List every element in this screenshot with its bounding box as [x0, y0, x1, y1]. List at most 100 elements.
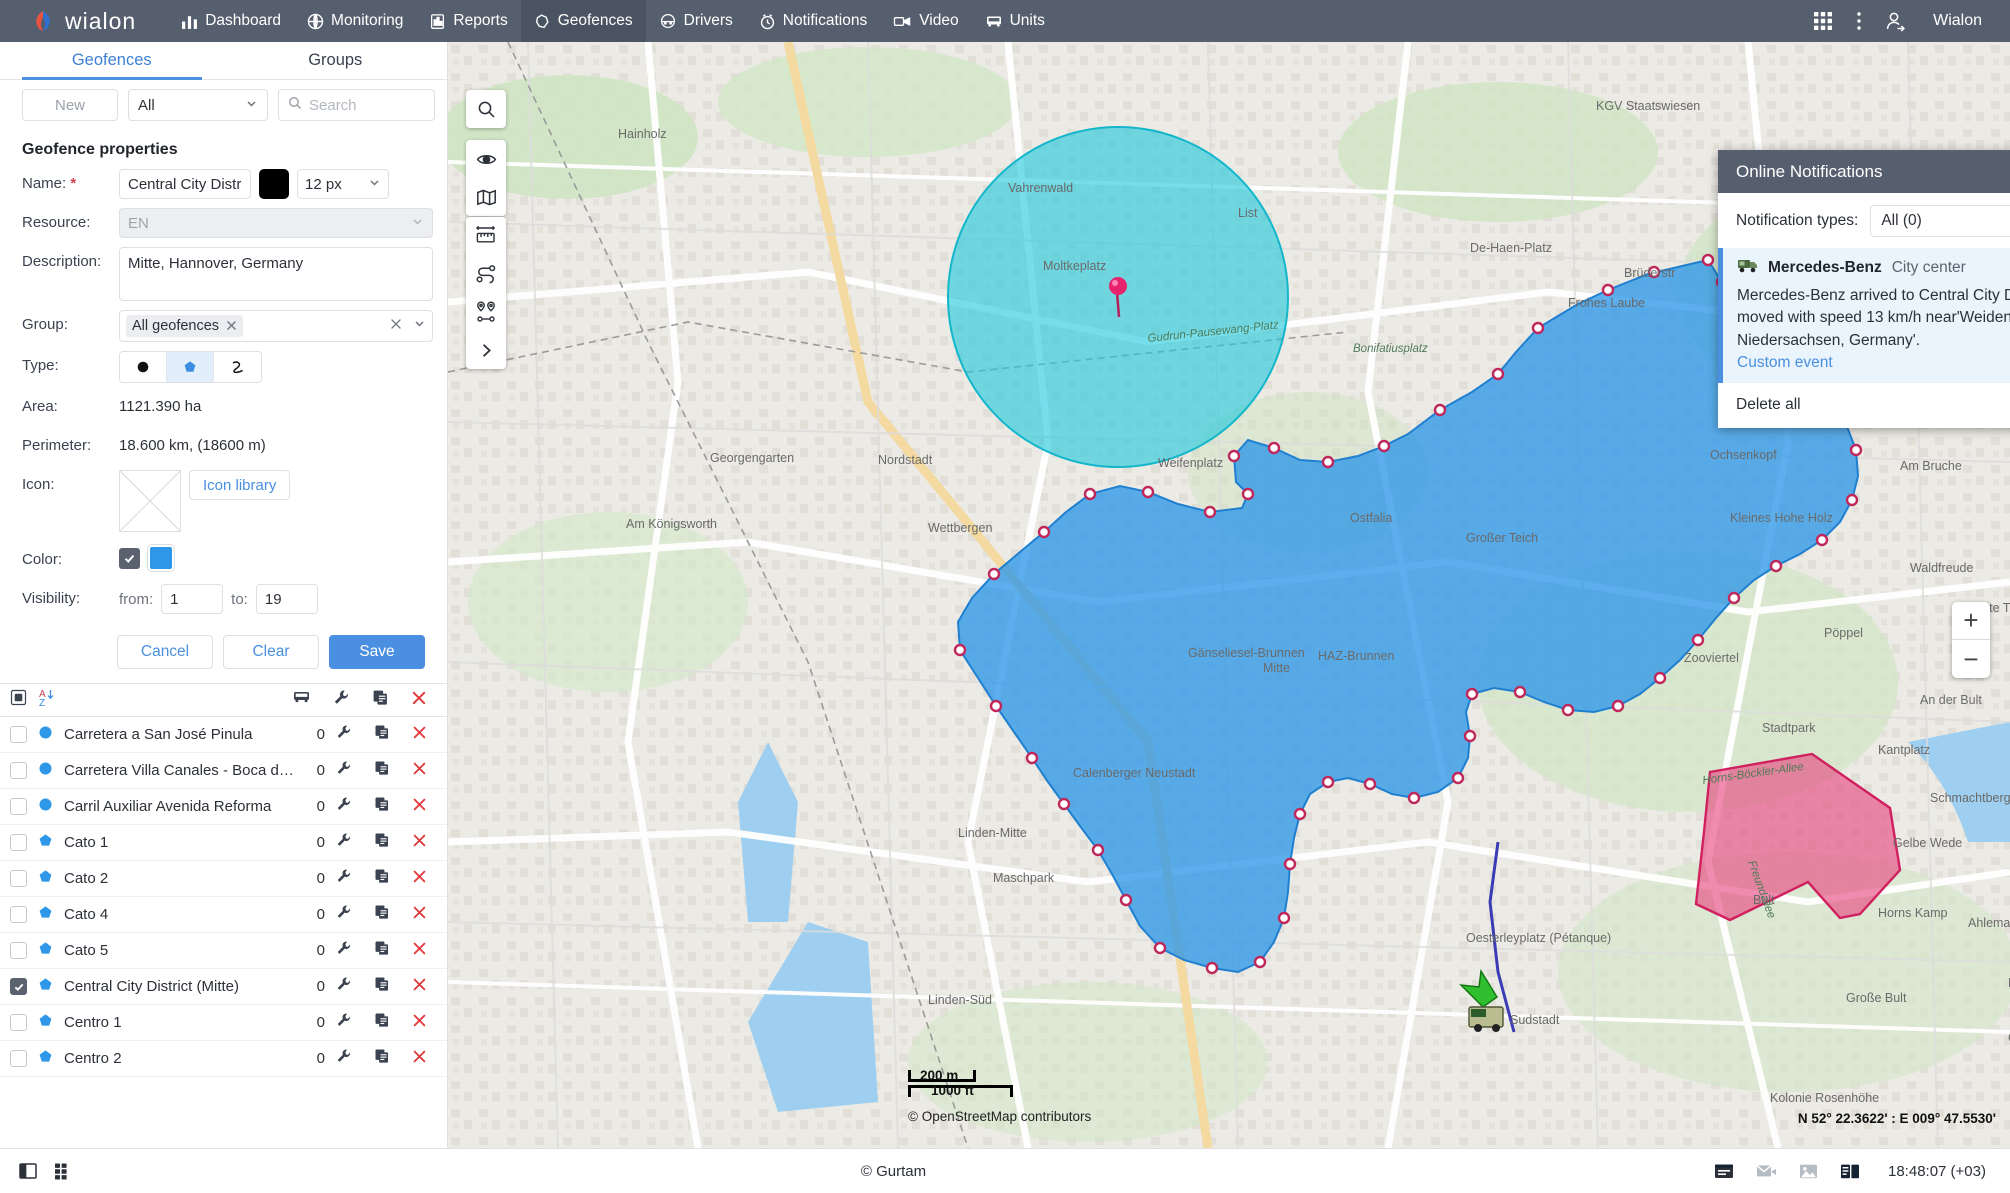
- geofence-list-item[interactable]: Cato 1 0: [0, 825, 447, 861]
- geofence-checkbox[interactable]: [10, 978, 27, 995]
- grid-apps-icon[interactable]: [1812, 10, 1834, 32]
- ruler-distance-icon[interactable]: [466, 217, 506, 255]
- copy-icon[interactable]: [372, 689, 389, 711]
- resource-select[interactable]: EN: [119, 208, 433, 238]
- text-size-select[interactable]: 12 px: [297, 169, 389, 199]
- cancel-button[interactable]: Cancel: [117, 635, 213, 669]
- search-input[interactable]: [309, 96, 425, 114]
- circle-type-icon[interactable]: [120, 352, 167, 382]
- two-points-icon[interactable]: [466, 293, 506, 331]
- geofence-list-item[interactable]: Carril Auxiliar Avenida Reforma 0: [0, 789, 447, 825]
- wrench-icon[interactable]: [333, 689, 350, 711]
- geofence-name-input[interactable]: [119, 169, 251, 199]
- visibility-from-input[interactable]: [161, 584, 224, 614]
- name-text-color-swatch[interactable]: [259, 169, 289, 199]
- geofence-list-item[interactable]: Central City District (Mitte) 0: [0, 969, 447, 1005]
- wrench-icon[interactable]: [336, 904, 352, 925]
- copy-icon[interactable]: [374, 796, 390, 817]
- delete-all-button[interactable]: Delete all: [1736, 396, 1801, 414]
- geofence-checkbox[interactable]: [10, 942, 27, 959]
- sort-az-icon[interactable]: AZ: [39, 688, 59, 712]
- delete-x-icon[interactable]: [412, 797, 427, 817]
- remove-group-chip-icon[interactable]: [226, 318, 237, 334]
- image-icon[interactable]: [1799, 1163, 1818, 1180]
- nav-geofences[interactable]: Geofences: [520, 0, 646, 42]
- delete-x-icon[interactable]: [412, 761, 427, 781]
- eye-icon[interactable]: [466, 140, 506, 178]
- geofence-icon-preview[interactable]: [119, 470, 181, 532]
- geofence-list[interactable]: Carretera a San José Pinula 0 Carretera Vi…: [0, 717, 447, 1148]
- geofence-checkbox[interactable]: [10, 798, 27, 815]
- user-logout-icon[interactable]: [1884, 10, 1907, 33]
- nav-video[interactable]: Video: [880, 0, 971, 42]
- notification-custom-event-link[interactable]: Custom event: [1737, 354, 1833, 372]
- chevron-down-icon[interactable]: [413, 317, 426, 335]
- geofence-checkbox[interactable]: [10, 726, 27, 743]
- map-attribution[interactable]: © OpenStreetMap contributors: [908, 1109, 1091, 1124]
- wrench-icon[interactable]: [336, 1012, 352, 1033]
- layout-icon[interactable]: [1840, 1163, 1860, 1180]
- description-textarea[interactable]: [119, 247, 433, 301]
- color-enabled-checkbox[interactable]: [119, 547, 140, 569]
- brand-logo[interactable]: wialon: [0, 8, 146, 35]
- wrench-icon[interactable]: [336, 832, 352, 853]
- wrench-icon[interactable]: [336, 940, 352, 961]
- chevron-right-icon[interactable]: [466, 331, 506, 369]
- nav-reports[interactable]: Reports: [416, 0, 520, 42]
- delete-x-icon[interactable]: [412, 1013, 427, 1033]
- geofence-checkbox[interactable]: [10, 762, 27, 779]
- geofence-checkbox[interactable]: [10, 834, 27, 851]
- copy-icon[interactable]: [374, 976, 390, 997]
- geofence-list-item[interactable]: Cato 5 0: [0, 933, 447, 969]
- copy-icon[interactable]: [374, 760, 390, 781]
- polygon-type-icon[interactable]: [167, 352, 214, 382]
- geofence-list-item[interactable]: Cato 4 0: [0, 897, 447, 933]
- map-canvas[interactable]: Hainholz Vahrenwald List KGV Staatswiese…: [448, 42, 2010, 1148]
- geofence-checkbox[interactable]: [10, 1050, 27, 1067]
- geofence-list-item[interactable]: Centro 1 0: [0, 1005, 447, 1041]
- delete-x-icon[interactable]: [412, 977, 427, 997]
- copy-icon[interactable]: [374, 868, 390, 889]
- wrench-icon[interactable]: [336, 868, 352, 889]
- geofence-color-swatch[interactable]: [148, 545, 174, 571]
- new-geofence-button[interactable]: New: [22, 89, 118, 121]
- wrench-icon[interactable]: [336, 760, 352, 781]
- wrench-icon[interactable]: [336, 976, 352, 997]
- copy-icon[interactable]: [374, 1048, 390, 1069]
- tab-geofences[interactable]: Geofences: [0, 42, 224, 80]
- nav-drivers[interactable]: Drivers: [646, 0, 746, 42]
- copy-icon[interactable]: [374, 724, 390, 745]
- delete-x-icon[interactable]: [412, 869, 427, 889]
- zoom-in-button[interactable]: +: [1952, 602, 1990, 640]
- notification-item[interactable]: Mercedes-Benz City center Mercedes-Benz …: [1718, 248, 2010, 384]
- clear-button[interactable]: Clear: [223, 635, 319, 669]
- nav-monitoring[interactable]: Monitoring: [294, 0, 416, 42]
- notification-types-select[interactable]: All (0): [1870, 205, 2010, 237]
- copy-icon[interactable]: [374, 832, 390, 853]
- copy-icon[interactable]: [374, 940, 390, 961]
- wrench-icon[interactable]: [336, 724, 352, 745]
- save-button[interactable]: Save: [329, 635, 425, 669]
- panel-toggle-icon[interactable]: [18, 1161, 38, 1181]
- wrench-icon[interactable]: [336, 1048, 352, 1069]
- grid-view-icon[interactable]: [54, 1162, 73, 1181]
- geofence-checkbox[interactable]: [10, 1014, 27, 1031]
- geofence-list-item[interactable]: Centro 2 0: [0, 1041, 447, 1077]
- select-all-icon[interactable]: [10, 689, 27, 711]
- tab-groups[interactable]: Groups: [224, 42, 448, 79]
- messages-icon[interactable]: [1714, 1163, 1734, 1180]
- delete-x-icon[interactable]: [412, 1049, 427, 1069]
- mail-send-icon[interactable]: [1756, 1163, 1777, 1180]
- nav-notifications[interactable]: Notifications: [746, 0, 880, 42]
- geofence-checkbox[interactable]: [10, 870, 27, 887]
- kebab-menu-icon[interactable]: [1856, 10, 1862, 32]
- geofence-checkbox[interactable]: [10, 906, 27, 923]
- delete-x-icon[interactable]: [412, 941, 427, 961]
- delete-x-icon[interactable]: [412, 833, 427, 853]
- visibility-to-input[interactable]: [255, 584, 318, 614]
- layers-map-icon[interactable]: [466, 178, 506, 216]
- line-type-icon[interactable]: [214, 352, 261, 382]
- search-icon[interactable]: [466, 90, 506, 128]
- clear-group-icon[interactable]: [390, 317, 402, 335]
- geofence-filter-select[interactable]: All: [128, 89, 268, 121]
